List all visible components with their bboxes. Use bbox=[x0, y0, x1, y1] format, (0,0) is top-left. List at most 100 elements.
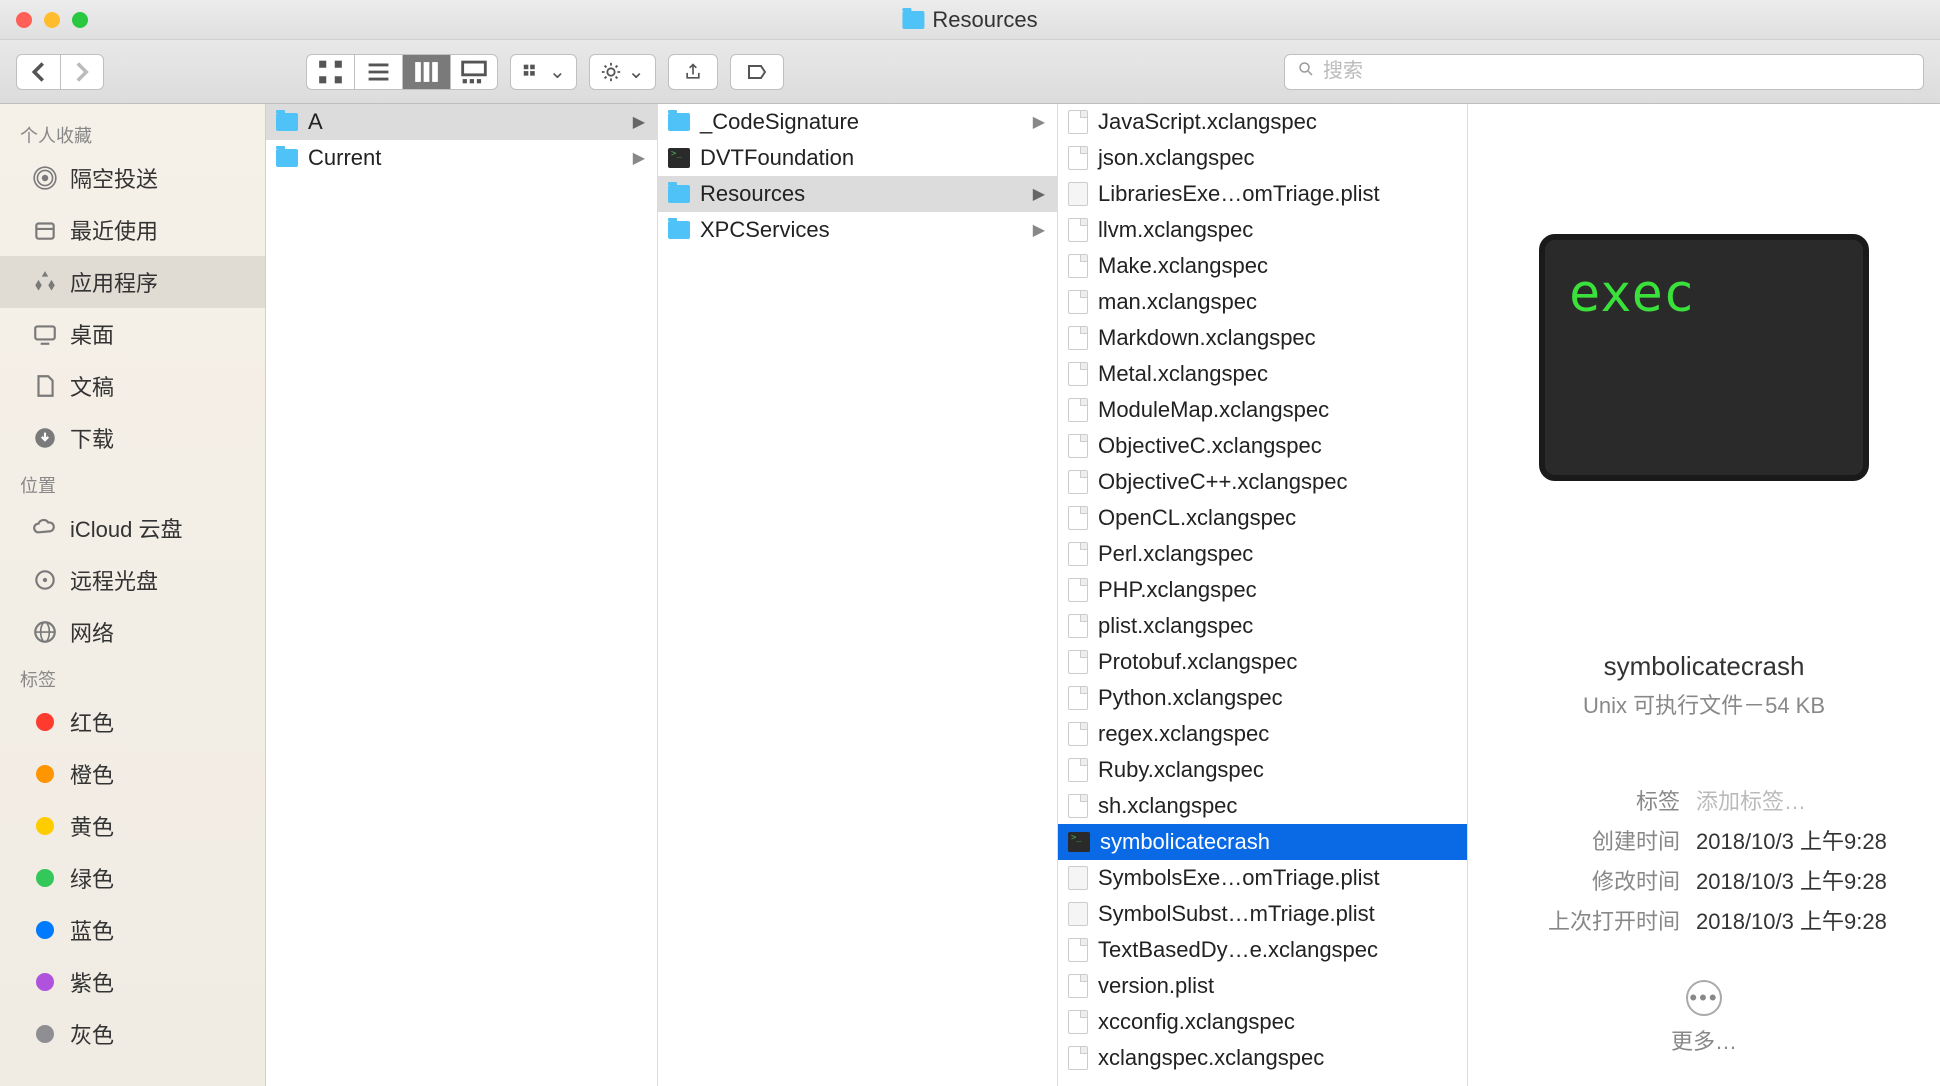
column-item[interactable]: Metal.xclangspec bbox=[1058, 356, 1467, 392]
back-button[interactable] bbox=[16, 54, 60, 90]
sidebar-item[interactable]: 绿色 bbox=[0, 852, 265, 904]
column-item[interactable]: ModuleMap.xclangspec bbox=[1058, 392, 1467, 428]
chevron-right-icon: ▶ bbox=[1033, 112, 1045, 132]
item-label: PHP.xclangspec bbox=[1098, 577, 1257, 603]
column-item[interactable]: man.xclangspec bbox=[1058, 284, 1467, 320]
sidebar-item[interactable]: 网络 bbox=[0, 606, 265, 658]
sidebar-item[interactable]: 文稿 bbox=[0, 360, 265, 412]
column-item[interactable]: XPCServices▶ bbox=[658, 212, 1057, 248]
folder-icon bbox=[668, 221, 690, 239]
sidebar-item-label: 灰色 bbox=[70, 1018, 114, 1050]
file-icon bbox=[1068, 578, 1088, 602]
forward-button[interactable] bbox=[60, 54, 104, 90]
column-item[interactable]: json.xclangspec bbox=[1058, 140, 1467, 176]
column-item[interactable]: sh.xclangspec bbox=[1058, 788, 1467, 824]
sidebar-item[interactable]: 黄色 bbox=[0, 800, 265, 852]
file-icon bbox=[1068, 218, 1088, 242]
sidebar-item[interactable]: 紫色 bbox=[0, 956, 265, 1008]
item-label: xclangspec.xclangspec bbox=[1098, 1045, 1324, 1071]
sidebar-item[interactable]: 蓝色 bbox=[0, 904, 265, 956]
tag-dot-icon bbox=[32, 969, 58, 995]
column-item[interactable]: ObjectiveC.xclangspec bbox=[1058, 428, 1467, 464]
sidebar-item[interactable]: 最近使用 bbox=[0, 204, 265, 256]
column-item[interactable]: DVTFoundation bbox=[658, 140, 1057, 176]
traffic-lights bbox=[0, 12, 88, 28]
sidebar-item-label: 远程光盘 bbox=[70, 564, 158, 596]
sidebar-item-label: 最近使用 bbox=[70, 214, 158, 246]
column-item[interactable]: SymbolSubst…mTriage.plist bbox=[1058, 896, 1467, 932]
close-traffic-light[interactable] bbox=[16, 12, 32, 28]
file-icon bbox=[1068, 974, 1088, 998]
column-item[interactable]: llvm.xclangspec bbox=[1058, 212, 1467, 248]
sidebar-item[interactable]: iCloud 云盘 bbox=[0, 502, 265, 554]
column-1: A▶Current▶ bbox=[266, 104, 658, 1086]
sidebar-item-label: 蓝色 bbox=[70, 914, 114, 946]
column-item[interactable]: TextBasedDy…e.xclangspec bbox=[1058, 932, 1467, 968]
column-item[interactable]: xclangspec.xclangspec bbox=[1058, 1040, 1467, 1076]
sidebar-item[interactable]: 桌面 bbox=[0, 308, 265, 360]
column-item[interactable]: xcconfig.xclangspec bbox=[1058, 1004, 1467, 1040]
column-item[interactable]: ObjectiveC++.xclangspec bbox=[1058, 464, 1467, 500]
share-button[interactable] bbox=[668, 54, 718, 90]
column-item[interactable]: Markdown.xclangspec bbox=[1058, 320, 1467, 356]
item-label: SymbolsExe…omTriage.plist bbox=[1098, 865, 1380, 891]
chevron-down-icon: ⌄ bbox=[628, 59, 645, 84]
sidebar-item[interactable]: 隔空投送 bbox=[0, 152, 265, 204]
sidebar-item-label: 文稿 bbox=[70, 370, 114, 402]
search-box[interactable] bbox=[1284, 54, 1924, 90]
tags-button[interactable] bbox=[730, 54, 784, 90]
column-item[interactable]: OpenCL.xclangspec bbox=[1058, 500, 1467, 536]
search-input[interactable] bbox=[1323, 60, 1911, 83]
column-item[interactable]: version.plist bbox=[1058, 968, 1467, 1004]
gallery-view-button[interactable] bbox=[450, 54, 498, 90]
opened-label: 上次打开时间 bbox=[1548, 904, 1680, 936]
column-item[interactable]: JavaScript.xclangspec bbox=[1058, 104, 1467, 140]
column-item[interactable]: Current▶ bbox=[266, 140, 657, 176]
file-icon bbox=[1068, 794, 1088, 818]
sidebar-item[interactable]: 应用程序 bbox=[0, 256, 265, 308]
item-label: JavaScript.xclangspec bbox=[1098, 109, 1317, 135]
column-item[interactable]: Perl.xclangspec bbox=[1058, 536, 1467, 572]
modified-value: 2018/10/3 上午9:28 bbox=[1696, 864, 1916, 896]
sidebar-item[interactable]: 橙色 bbox=[0, 748, 265, 800]
sidebar-item-label: 紫色 bbox=[70, 966, 114, 998]
column-item[interactable]: symbolicatecrash bbox=[1058, 824, 1467, 860]
item-label: Resources bbox=[700, 181, 805, 207]
list-view-button[interactable] bbox=[354, 54, 402, 90]
preview-pane: exec symbolicatecrash Unix 可执行文件－54 KB 标… bbox=[1468, 104, 1940, 1086]
minimize-traffic-light[interactable] bbox=[44, 12, 60, 28]
window-title: Resources bbox=[902, 7, 1037, 33]
tags-value[interactable]: 添加标签… bbox=[1696, 784, 1916, 816]
column-item[interactable]: plist.xclangspec bbox=[1058, 608, 1467, 644]
column-item[interactable]: Resources▶ bbox=[658, 176, 1057, 212]
action-button[interactable]: ⌄ bbox=[589, 54, 656, 90]
column-item[interactable]: _CodeSignature▶ bbox=[658, 104, 1057, 140]
column-item[interactable]: Python.xclangspec bbox=[1058, 680, 1467, 716]
column-item[interactable]: Ruby.xclangspec bbox=[1058, 752, 1467, 788]
maximize-traffic-light[interactable] bbox=[72, 12, 88, 28]
item-label: OpenCL.xclangspec bbox=[1098, 505, 1296, 531]
sidebar-section-header: 位置 bbox=[0, 464, 265, 502]
column-item[interactable]: Make.xclangspec bbox=[1058, 248, 1467, 284]
file-icon bbox=[1068, 722, 1088, 746]
icon-view-button[interactable] bbox=[306, 54, 354, 90]
sidebar-item[interactable]: 红色 bbox=[0, 696, 265, 748]
column-item[interactable]: PHP.xclangspec bbox=[1058, 572, 1467, 608]
item-label: json.xclangspec bbox=[1098, 145, 1255, 171]
sidebar-item[interactable]: 灰色 bbox=[0, 1008, 265, 1060]
sidebar-item[interactable]: 远程光盘 bbox=[0, 554, 265, 606]
column-item[interactable]: SymbolsExe…omTriage.plist bbox=[1058, 860, 1467, 896]
column-item[interactable]: A▶ bbox=[266, 104, 657, 140]
file-icon bbox=[1068, 470, 1088, 494]
column-item[interactable]: regex.xclangspec bbox=[1058, 716, 1467, 752]
column-view-button[interactable] bbox=[402, 54, 450, 90]
arrange-button[interactable]: ⌄ bbox=[510, 54, 577, 90]
sidebar-item[interactable]: 下载 bbox=[0, 412, 265, 464]
chevron-right-icon: ▶ bbox=[633, 148, 645, 168]
item-label: llvm.xclangspec bbox=[1098, 217, 1253, 243]
more-section[interactable]: ••• 更多… bbox=[1671, 980, 1737, 1056]
file-icon bbox=[1068, 1046, 1088, 1070]
column-item[interactable]: LibrariesExe…omTriage.plist bbox=[1058, 176, 1467, 212]
item-label: Perl.xclangspec bbox=[1098, 541, 1253, 567]
column-item[interactable]: Protobuf.xclangspec bbox=[1058, 644, 1467, 680]
